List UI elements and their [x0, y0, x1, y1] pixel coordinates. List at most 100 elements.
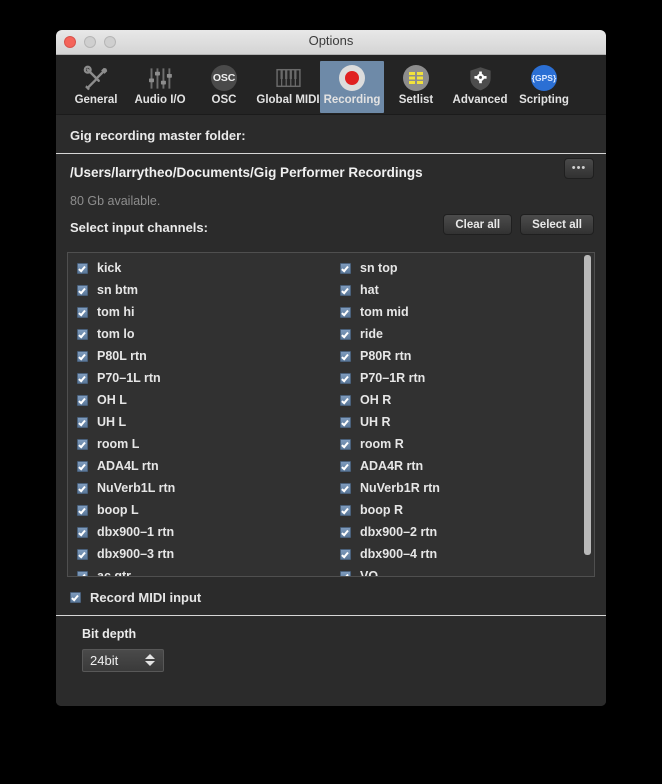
channel-checkbox[interactable] [77, 416, 88, 428]
select-all-button[interactable]: Select all [520, 214, 594, 235]
channel-row[interactable]: room R [331, 433, 594, 455]
channel-checkbox[interactable] [77, 284, 88, 296]
channel-checkbox[interactable] [340, 504, 351, 516]
channel-row[interactable]: VO [331, 565, 594, 576]
input-channels-right-column: sn top hat tom mid ride P80R rtn P70–1R rtn OH… [331, 257, 594, 576]
stepper-arrows-icon[interactable] [145, 654, 155, 666]
channel-row[interactable]: NuVerb1R rtn [331, 477, 594, 499]
stepper-up-icon[interactable] [145, 654, 155, 659]
stepper-down-icon[interactable] [145, 661, 155, 666]
tab-osc[interactable]: OSC OSC [192, 61, 256, 113]
channel-row[interactable]: P80R rtn [331, 345, 594, 367]
channel-row[interactable]: UH L [68, 411, 331, 433]
gps-icon-text: {GPS} [531, 65, 557, 91]
channel-row[interactable]: ADA4R rtn [331, 455, 594, 477]
channel-checkbox[interactable] [77, 570, 88, 576]
channel-checkbox[interactable] [77, 372, 88, 384]
channel-row[interactable]: dbx900–1 rtn [68, 521, 331, 543]
channel-row[interactable]: sn top [331, 257, 594, 279]
channel-checkbox[interactable] [77, 394, 88, 406]
channel-checkbox[interactable] [77, 548, 88, 560]
channel-row[interactable]: tom hi [68, 301, 331, 323]
bit-depth-label: Bit depth [82, 627, 137, 641]
input-channels-scrollbar[interactable] [583, 255, 592, 574]
channel-checkbox[interactable] [77, 262, 88, 274]
channel-row[interactable]: dbx900–4 rtn [331, 543, 594, 565]
tab-global-midi[interactable]: Global MIDI [256, 61, 320, 113]
bit-depth-select[interactable]: 24bit [82, 649, 164, 672]
channel-row[interactable]: boop L [68, 499, 331, 521]
channel-checkbox[interactable] [77, 306, 88, 318]
channel-checkbox[interactable] [340, 372, 351, 384]
record-midi-checkbox[interactable] [70, 591, 81, 603]
tab-general[interactable]: General [64, 61, 128, 113]
tab-audio-io[interactable]: Audio I/O [128, 61, 192, 113]
channel-checkbox[interactable] [340, 526, 351, 538]
channel-row[interactable]: NuVerb1L rtn [68, 477, 331, 499]
tab-advanced[interactable]: Advanced [448, 61, 512, 113]
channel-label: dbx900–4 rtn [360, 547, 438, 561]
channel-row[interactable]: tom lo [68, 323, 331, 345]
channel-checkbox[interactable] [340, 570, 351, 576]
channel-row[interactable]: room L [68, 433, 331, 455]
channel-row[interactable]: tom mid [331, 301, 594, 323]
channel-checkbox[interactable] [340, 482, 351, 494]
channel-row[interactable]: dbx900–2 rtn [331, 521, 594, 543]
options-window: Options General Audio I/O OSC OSC Global… [56, 30, 606, 706]
channel-label: P70–1L rtn [97, 371, 161, 385]
channel-checkbox[interactable] [340, 328, 351, 340]
channel-checkbox[interactable] [340, 548, 351, 560]
channel-row[interactable]: UH R [331, 411, 594, 433]
channel-checkbox[interactable] [340, 416, 351, 428]
channel-checkbox[interactable] [77, 504, 88, 516]
channel-row[interactable]: P70–1L rtn [68, 367, 331, 389]
channels-actions: Clear all Select all [443, 214, 594, 235]
tab-general-label: General [74, 94, 118, 106]
channel-checkbox[interactable] [77, 438, 88, 450]
channel-label: OH R [360, 393, 392, 407]
channel-checkbox[interactable] [77, 526, 88, 538]
channel-checkbox[interactable] [340, 284, 351, 296]
channel-row[interactable]: hat [331, 279, 594, 301]
browse-folder-button[interactable]: ••• [564, 158, 594, 179]
channel-checkbox[interactable] [77, 350, 88, 362]
channel-checkbox[interactable] [340, 306, 351, 318]
channel-row[interactable]: ac gtr [68, 565, 331, 577]
channel-label: ac gtr [97, 569, 132, 577]
channel-row[interactable]: ADA4L rtn [68, 455, 331, 477]
piano-keys-icon [275, 64, 302, 92]
recording-panel: Gig recording master folder: /Users/larr… [56, 115, 606, 706]
channel-row[interactable]: OH L [68, 389, 331, 411]
folder-path-value: /Users/larrytheo/Documents/Gig Performer… [70, 165, 423, 180]
channel-checkbox[interactable] [77, 328, 88, 340]
tab-osc-label: OSC [211, 94, 237, 106]
channel-row[interactable]: boop R [331, 499, 594, 521]
record-circle-icon [339, 64, 365, 92]
channel-row[interactable]: ride [331, 323, 594, 345]
record-midi-row[interactable]: Record MIDI input [56, 585, 606, 616]
tab-recording[interactable]: Recording [320, 61, 384, 113]
shield-gear-icon [467, 64, 494, 92]
input-channels-list[interactable]: kick sn btm tom hi tom lo P80L rtn P70–1L rtn… [67, 252, 595, 577]
channel-checkbox[interactable] [340, 350, 351, 362]
channel-checkbox[interactable] [340, 460, 351, 472]
channel-row[interactable]: kick [68, 257, 331, 279]
clear-all-button[interactable]: Clear all [443, 214, 513, 235]
channel-label: NuVerb1L rtn [97, 481, 176, 495]
tab-scripting[interactable]: {GPS} Scripting [512, 61, 576, 113]
channel-checkbox[interactable] [340, 262, 351, 274]
channel-row[interactable]: dbx900–3 rtn [68, 543, 331, 565]
channel-checkbox[interactable] [77, 460, 88, 472]
channel-checkbox[interactable] [77, 482, 88, 494]
channels-heading-row: Select input channels: Clear all Select … [56, 208, 606, 246]
scrollbar-thumb[interactable] [584, 255, 591, 555]
channel-row[interactable]: OH R [331, 389, 594, 411]
channel-row[interactable]: P80L rtn [68, 345, 331, 367]
channel-checkbox[interactable] [340, 394, 351, 406]
tab-setlist[interactable]: Setlist [384, 61, 448, 113]
input-channels-left-column: kick sn btm tom hi tom lo P80L rtn P70–1L rtn… [68, 257, 331, 577]
channel-row[interactable]: P70–1R rtn [331, 367, 594, 389]
channel-label: kick [97, 261, 122, 275]
channel-checkbox[interactable] [340, 438, 351, 450]
channel-row[interactable]: sn btm [68, 279, 331, 301]
